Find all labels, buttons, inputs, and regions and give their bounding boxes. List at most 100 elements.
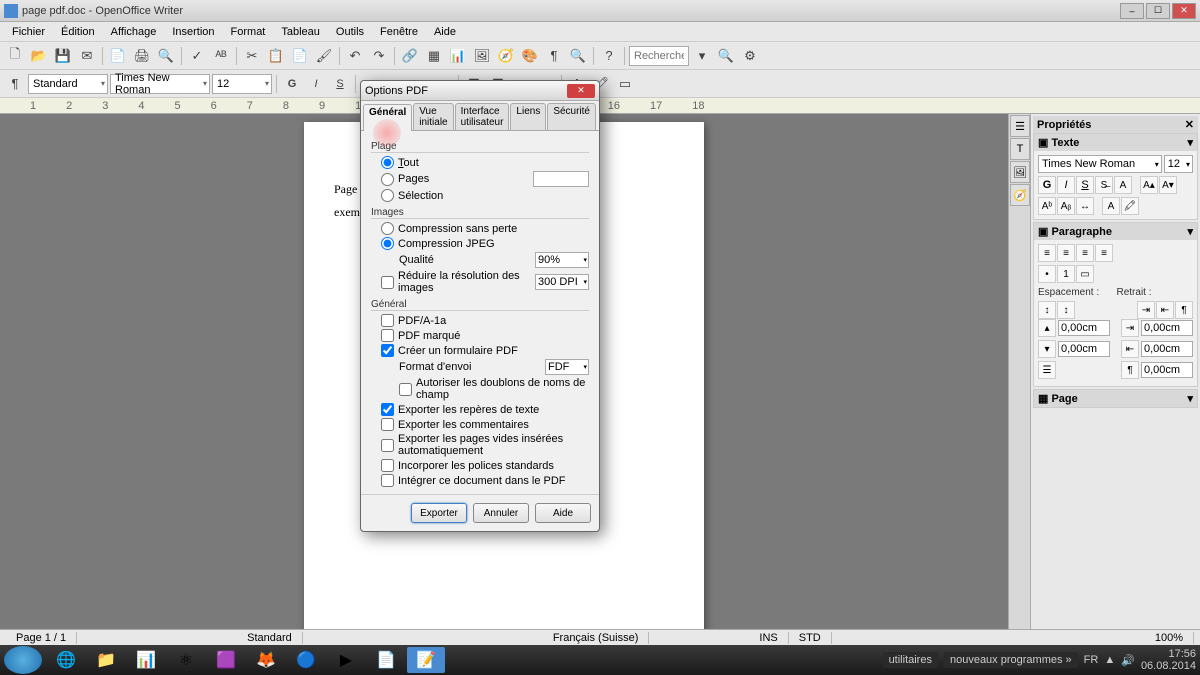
- sidebar-tab-properties[interactable]: ☰: [1010, 115, 1030, 137]
- autospell-icon[interactable]: ᴬᴮ: [210, 45, 232, 67]
- search-next-icon[interactable]: ▾: [691, 45, 713, 67]
- taskbar-chrome-icon[interactable]: 🔵: [287, 647, 325, 673]
- embed-doc-checkbox[interactable]: [381, 474, 394, 487]
- paragraph-style-combo[interactable]: Standard: [28, 74, 108, 94]
- maximize-button[interactable]: ☐: [1146, 3, 1170, 19]
- bookmarks-checkbox[interactable]: [381, 403, 394, 416]
- sb-highlight-icon[interactable]: 🖍: [1121, 197, 1139, 215]
- print-icon[interactable]: 🖨: [131, 45, 153, 67]
- search-input[interactable]: [629, 46, 689, 66]
- hyperlink-icon[interactable]: 🔗: [399, 45, 421, 67]
- preview-icon[interactable]: 🔍: [155, 45, 177, 67]
- menu-affichage[interactable]: Affichage: [103, 24, 165, 40]
- menu-format[interactable]: Format: [223, 24, 274, 40]
- taskbar-writer-icon[interactable]: 📝: [407, 647, 445, 673]
- tray-icon[interactable]: ▲: [1104, 654, 1115, 666]
- sidebar-tab-navigator[interactable]: 🧭: [1010, 184, 1030, 206]
- sidebar-tab-styles[interactable]: T: [1010, 138, 1030, 160]
- menu-edition[interactable]: Édition: [53, 24, 103, 40]
- text-panel-header[interactable]: ▣ Texte▾: [1034, 134, 1197, 151]
- comments-checkbox[interactable]: [381, 418, 394, 431]
- taskbar-lang[interactable]: FR: [1084, 654, 1099, 666]
- sb-sub-icon[interactable]: Aᵦ: [1057, 197, 1075, 215]
- dup-names-checkbox[interactable]: [399, 383, 412, 396]
- sb-indent-before[interactable]: 0,00cm: [1141, 320, 1193, 336]
- menu-aide[interactable]: Aide: [426, 24, 464, 40]
- lossless-radio[interactable]: [381, 222, 394, 235]
- sb-bgcolor-icon[interactable]: ▭: [1076, 265, 1094, 283]
- font-size-combo[interactable]: 12: [212, 74, 272, 94]
- nonprinting-icon[interactable]: ¶: [543, 45, 565, 67]
- taskbar-app-icon[interactable]: 🦊: [247, 647, 285, 673]
- reduce-res-checkbox[interactable]: [381, 276, 394, 289]
- tagged-checkbox[interactable]: [381, 329, 394, 342]
- sb-indent-firstline[interactable]: 0,00cm: [1141, 362, 1193, 378]
- sb-indent-after[interactable]: 0,00cm: [1141, 341, 1193, 357]
- zoom-icon[interactable]: 🔍: [567, 45, 589, 67]
- page-panel-header[interactable]: ▦ Page▾: [1034, 390, 1197, 407]
- empty-pages-checkbox[interactable]: [381, 439, 394, 452]
- dialog-close-button[interactable]: ✕: [567, 84, 595, 98]
- open-icon[interactable]: 📂: [28, 45, 50, 67]
- sb-shadow-icon[interactable]: A: [1114, 176, 1132, 194]
- underline-icon[interactable]: S: [329, 73, 351, 95]
- gallery-icon[interactable]: 🎨: [519, 45, 541, 67]
- taskbar-app-icon[interactable]: 🟪: [207, 647, 245, 673]
- sidebar-tab-gallery[interactable]: 🖼: [1010, 161, 1030, 183]
- form-checkbox[interactable]: [381, 344, 394, 357]
- sb-bullets-icon[interactable]: •: [1038, 265, 1056, 283]
- sb-align-justify-icon[interactable]: ≡: [1095, 244, 1113, 262]
- chart-icon[interactable]: 📊: [447, 45, 469, 67]
- export-button[interactable]: Exporter: [411, 503, 467, 523]
- sb-shrink-icon[interactable]: A▾: [1159, 176, 1177, 194]
- menu-outils[interactable]: Outils: [328, 24, 372, 40]
- horizontal-ruler[interactable]: 123 456 789 101112 131415 161718: [0, 98, 1200, 114]
- taskbar-time[interactable]: 17:56: [1141, 648, 1196, 660]
- sb-underline-icon[interactable]: S: [1076, 176, 1094, 194]
- pdf-icon[interactable]: 📄: [107, 45, 129, 67]
- tab-general[interactable]: Général: [363, 104, 412, 131]
- new-icon[interactable]: 🗋: [4, 45, 26, 67]
- sb-before-icon[interactable]: ⇥: [1121, 319, 1139, 337]
- format-paintbrush-icon[interactable]: 🖌: [313, 45, 335, 67]
- taskbar-date[interactable]: 06.08.2014: [1141, 660, 1196, 672]
- sb-strike-icon[interactable]: S̶: [1095, 176, 1113, 194]
- sb-inc-spacing-icon[interactable]: ↕: [1038, 301, 1056, 319]
- close-button[interactable]: ✕: [1172, 3, 1196, 19]
- menu-fenetre[interactable]: Fenêtre: [372, 24, 426, 40]
- start-button[interactable]: [4, 646, 42, 674]
- tab-initial-view[interactable]: Vue initiale: [413, 103, 453, 130]
- navigator-icon[interactable]: 🧭: [495, 45, 517, 67]
- sb-spacing-above[interactable]: 0,00cm: [1058, 320, 1110, 336]
- sb-after-icon[interactable]: ⇤: [1121, 340, 1139, 358]
- taskbar-app-icon[interactable]: ▶: [327, 647, 365, 673]
- status-style[interactable]: Standard: [237, 632, 303, 644]
- font-name-combo[interactable]: Times New Roman: [110, 74, 210, 94]
- sb-hanging-icon[interactable]: ¶: [1175, 301, 1193, 319]
- search-prev-icon[interactable]: 🔍: [715, 45, 737, 67]
- sb-bold-icon[interactable]: G: [1038, 176, 1056, 194]
- tab-ui[interactable]: Interface utilisateur: [455, 103, 510, 130]
- sb-super-icon[interactable]: Aᵇ: [1038, 197, 1056, 215]
- menu-tableau[interactable]: Tableau: [273, 24, 328, 40]
- sb-firstline-icon[interactable]: ¶: [1121, 361, 1139, 379]
- redo-icon[interactable]: ↷: [368, 45, 390, 67]
- submit-format-combo[interactable]: FDF: [545, 359, 589, 375]
- status-language[interactable]: Français (Suisse): [543, 632, 650, 644]
- taskbar-ie-icon[interactable]: 🌐: [47, 647, 85, 673]
- email-icon[interactable]: ✉: [76, 45, 98, 67]
- taskbar-app-icon[interactable]: 📄: [367, 647, 405, 673]
- save-icon[interactable]: 💾: [52, 45, 74, 67]
- status-insert[interactable]: INS: [749, 632, 788, 644]
- sb-spacing-icon[interactable]: ↔: [1076, 197, 1094, 215]
- sb-font-combo[interactable]: Times New Roman: [1038, 155, 1162, 173]
- cancel-button[interactable]: Annuler: [473, 503, 529, 523]
- jpeg-radio[interactable]: [381, 237, 394, 250]
- sb-linespacing-icon[interactable]: ☰: [1038, 361, 1056, 379]
- status-selection[interactable]: STD: [789, 632, 832, 644]
- embed-fonts-checkbox[interactable]: [381, 459, 394, 472]
- panel-menu-icon[interactable]: ▾: [1187, 392, 1193, 405]
- range-pages-radio[interactable]: [381, 173, 394, 186]
- quality-spinner[interactable]: 90%: [535, 252, 589, 268]
- paste-icon[interactable]: 📄: [289, 45, 311, 67]
